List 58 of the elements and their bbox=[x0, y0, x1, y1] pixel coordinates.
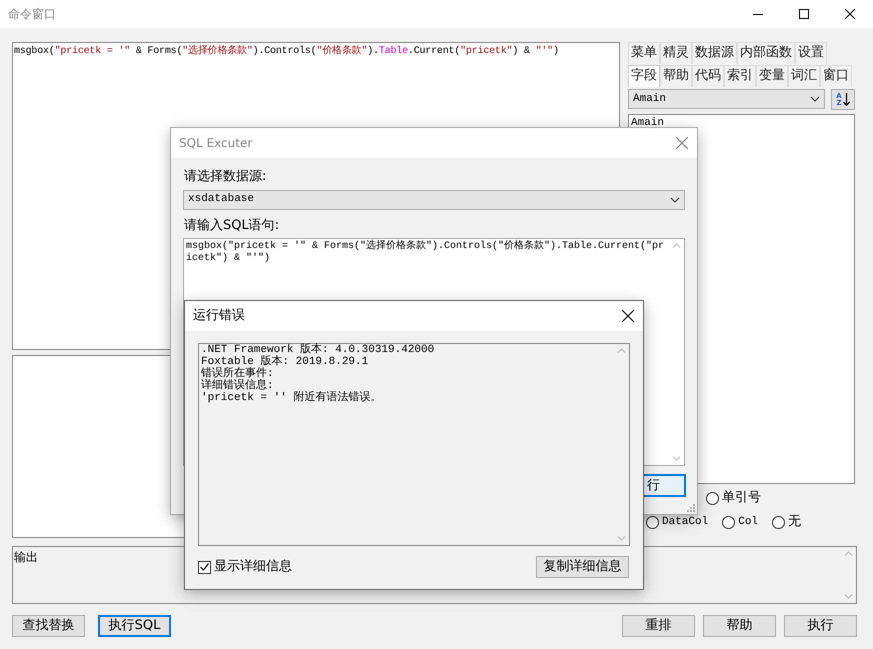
tab[interactable]: 窗口 bbox=[820, 65, 852, 87]
list-item[interactable]: Amain bbox=[631, 115, 852, 132]
dialog-title: SQL Excuter bbox=[179, 135, 252, 152]
tab[interactable]: 帮助 bbox=[660, 65, 692, 87]
code-line: msgbox("pricetk = '" & Forms("选择价格条款").Controls("价格条款").Table.Current("pricetk") & "'") bbox=[14, 44, 560, 59]
tab[interactable]: 内部函数 bbox=[737, 42, 795, 64]
radio-label: 单引号 bbox=[722, 489, 761, 508]
dropdown-caret-icon bbox=[810, 96, 820, 102]
radio-button[interactable] bbox=[722, 516, 736, 528]
dropdown-caret-icon bbox=[670, 196, 680, 202]
data-source-dropdown[interactable]: xsdatabase bbox=[183, 190, 685, 210]
radio-button[interactable] bbox=[706, 492, 719, 504]
action-button[interactable]: 重排 bbox=[622, 615, 695, 637]
scroll-down-icon bbox=[672, 456, 680, 461]
tab[interactable]: 词汇 bbox=[788, 65, 820, 87]
scroll-down-icon bbox=[844, 594, 852, 599]
output-label: 输出 bbox=[13, 549, 39, 566]
close-icon bbox=[845, 9, 855, 19]
detail-line: Foxtable 版本: 2019.8.29.1 bbox=[201, 356, 370, 368]
detail-line: 详细错误信息: bbox=[201, 380, 275, 392]
checkbox-label: 显示详细信息 bbox=[214, 558, 292, 576]
tab[interactable]: 设置 bbox=[795, 42, 827, 64]
tab[interactable]: 菜单 bbox=[628, 42, 660, 64]
check-icon bbox=[200, 563, 209, 571]
scroll-up-icon bbox=[616, 348, 626, 353]
detail-line: 'pricetk = '' 附近有语法错误。 bbox=[201, 392, 382, 404]
action-button[interactable]: 执行 bbox=[784, 615, 857, 637]
action-button[interactable]: 帮助 bbox=[703, 615, 776, 637]
copy-details-button[interactable]: 复制详细信息 bbox=[536, 556, 629, 578]
tab[interactable]: 变量 bbox=[756, 65, 788, 87]
scroll-up-icon bbox=[672, 243, 680, 248]
action-button[interactable]: 查找替换 bbox=[12, 615, 85, 637]
scroll-up-icon bbox=[844, 551, 852, 556]
resize-grip-icon bbox=[687, 504, 695, 512]
table-dropdown[interactable]: Amain bbox=[628, 89, 825, 109]
close-icon bbox=[676, 137, 688, 149]
tab[interactable]: 代码 bbox=[692, 65, 724, 87]
radio-label: DataCol bbox=[662, 514, 708, 530]
checkbox[interactable] bbox=[198, 560, 211, 574]
radio-button[interactable] bbox=[646, 516, 659, 528]
radio-label: 无 bbox=[788, 513, 802, 532]
dialog-title: 运行错误 bbox=[193, 307, 245, 326]
scroll-down-icon bbox=[616, 536, 626, 541]
field-label: 请选择数据源: bbox=[184, 168, 268, 186]
close-icon bbox=[622, 310, 634, 322]
down-arrow-icon bbox=[842, 93, 850, 106]
radio-button[interactable] bbox=[772, 516, 786, 528]
window-title: 命令窗口 bbox=[8, 6, 56, 23]
radio-label: Col bbox=[738, 514, 758, 530]
tab[interactable]: 字段 bbox=[628, 65, 660, 87]
tab[interactable]: 数据源 bbox=[692, 42, 737, 64]
tab[interactable]: 索引 bbox=[724, 65, 756, 87]
detail-line: 错误所在事件: bbox=[201, 368, 275, 380]
maximize-icon bbox=[799, 9, 809, 19]
detail-line: .NET Framework 版本: 4.0.30319.42000 bbox=[201, 344, 436, 356]
tab[interactable]: 精灵 bbox=[660, 42, 692, 64]
action-button[interactable]: 执行SQL bbox=[98, 615, 171, 637]
field-label: 请输入SQL语句: bbox=[184, 216, 280, 234]
